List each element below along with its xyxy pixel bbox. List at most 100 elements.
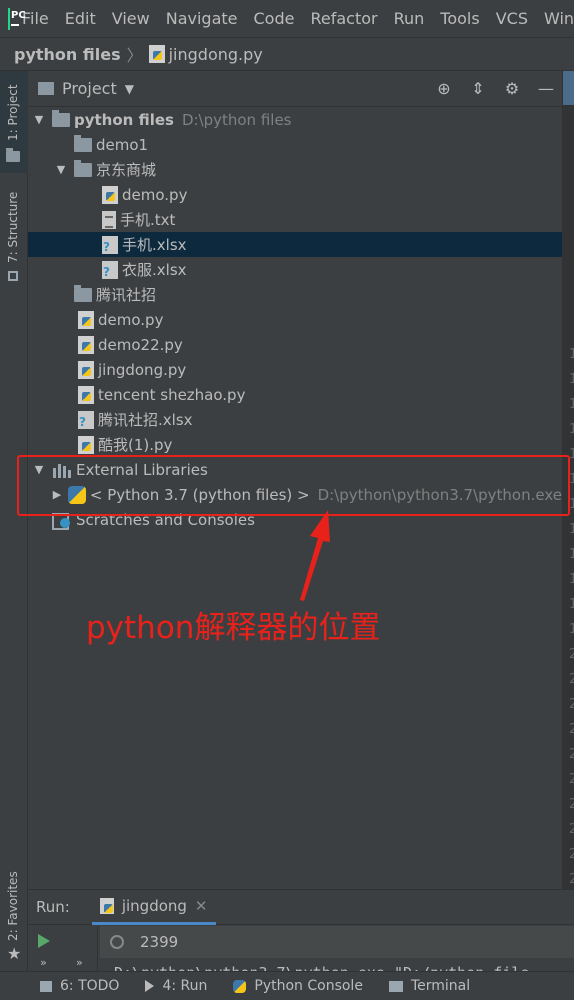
unknown-file-icon <box>102 260 118 279</box>
tree-label: demo.py <box>98 310 164 329</box>
terminal-icon <box>388 980 403 992</box>
tree-row-root[interactable]: ▼ python files D:\python files <box>28 107 562 132</box>
tree-row-demo-py-root[interactable]: demo.py <box>28 307 562 332</box>
tab-project[interactable]: 1: Project <box>0 71 28 173</box>
tree-row-phone-xlsx[interactable]: 手机.xlsx <box>28 232 562 257</box>
collapse-all-icon[interactable]: ⇕ <box>468 79 488 99</box>
text-file-icon <box>102 210 116 229</box>
tool-terminal[interactable]: Terminal <box>388 978 470 994</box>
line-number: 1 <box>569 622 574 637</box>
line-number: 2 <box>569 872 574 887</box>
hide-panel-icon[interactable]: — <box>536 79 556 99</box>
breadcrumb: python files 〉 jingdong.py <box>0 37 574 71</box>
tree-row-tencent-xlsx[interactable]: 腾讯社招.xlsx <box>28 407 562 432</box>
python-file-icon <box>78 310 94 329</box>
run-tab-jingdong[interactable]: jingdong ✕ <box>91 890 216 925</box>
unknown-file-icon <box>78 410 94 429</box>
line-number: 1 <box>569 372 574 387</box>
tree-label: jingdong.py <box>98 360 187 379</box>
folder-icon <box>52 109 70 127</box>
search-value[interactable]: 2399 <box>140 933 178 951</box>
menu-vcs[interactable]: VCS <box>496 9 528 28</box>
tree-row-kuwo-py[interactable]: 酷我(1).py <box>28 432 562 457</box>
run-toolbar: » » <box>28 926 98 972</box>
close-icon[interactable]: ✕ <box>195 897 208 915</box>
menu-navigate[interactable]: Navigate <box>166 9 238 28</box>
tab-structure[interactable]: 7: Structure <box>0 177 28 287</box>
tab-project-label: 1: Project <box>6 84 20 141</box>
menu-tools[interactable]: Tools <box>440 9 479 28</box>
project-view-title[interactable]: Project <box>62 79 117 98</box>
line-number: 1 <box>569 597 574 612</box>
tool-python-console-label: Python Console <box>254 978 363 994</box>
tab-structure-label: 7: Structure <box>6 191 20 263</box>
expand-arrow-icon[interactable]: ▼ <box>32 113 46 126</box>
tree-row-tencent-py[interactable]: tencent shezhao.py <box>28 382 562 407</box>
more-icon[interactable]: » <box>40 956 47 969</box>
tree-row-tencent-jobs[interactable]: 腾讯社招 <box>28 282 562 307</box>
line-number: 1 <box>569 547 574 562</box>
tree-path-hint: D:\python files <box>181 110 292 129</box>
tool-todo[interactable]: 6: TODO <box>40 978 119 994</box>
menu-view[interactable]: View <box>112 9 150 28</box>
folder-icon <box>74 284 92 302</box>
locate-icon[interactable]: ⊕ <box>434 79 454 99</box>
tree-row-phone-txt[interactable]: 手机.txt <box>28 207 562 232</box>
tree-row-demo1[interactable]: demo1 <box>28 132 562 157</box>
chevron-right-icon: 〉 <box>126 46 143 65</box>
star-icon: ★ <box>7 944 22 963</box>
more-icon[interactable]: » <box>76 956 83 969</box>
tree-row-jingdong-mall[interactable]: ▼ 京东商城 <box>28 157 562 182</box>
menu-run[interactable]: Run <box>394 9 425 28</box>
tool-run[interactable]: 4: Run <box>145 978 207 994</box>
line-number: 1 <box>569 397 574 412</box>
todo-icon <box>40 980 52 992</box>
python-file-icon <box>78 435 94 454</box>
folder-icon <box>74 134 92 152</box>
menu-bar: PC File Edit View Navigate Code Refactor… <box>0 0 574 37</box>
menu-window[interactable]: Wind <box>544 9 574 28</box>
tool-python-console[interactable]: Python Console <box>233 978 363 994</box>
tool-run-label: 4: Run <box>162 978 208 994</box>
editor-tab-strip <box>563 71 574 105</box>
line-number: 2 <box>569 797 574 812</box>
annotation-arrow-icon <box>300 510 330 601</box>
bottom-tool-bar: 6: TODO 4: Run Python Console Terminal <box>0 971 574 1000</box>
line-number: 2 <box>569 672 574 687</box>
menu-edit[interactable]: Edit <box>65 9 96 28</box>
menu-file[interactable]: File <box>22 9 49 28</box>
console-search[interactable]: 2399 <box>100 926 574 958</box>
python-file-icon <box>148 45 165 63</box>
menu-code[interactable]: Code <box>254 9 295 28</box>
line-number: 2 <box>569 647 574 662</box>
tree-row-clothes-xlsx[interactable]: 衣服.xlsx <box>28 257 562 282</box>
tree-row-jingdong-py[interactable]: jingdong.py <box>28 357 562 382</box>
line-number: 1 <box>569 522 574 537</box>
breadcrumb-project[interactable]: python files <box>14 45 121 64</box>
tree-label: demo22.py <box>98 335 183 354</box>
python-file-icon <box>78 335 94 354</box>
tool-todo-label: 6: TODO <box>60 978 120 994</box>
gear-icon[interactable]: ⚙ <box>502 79 522 99</box>
line-number: 2 <box>569 697 574 712</box>
line-number: 1 <box>569 422 574 437</box>
tree-label: 京东商城 <box>96 161 157 179</box>
chevron-down-icon[interactable]: ▼ <box>125 82 134 96</box>
tree-row-demo22-py[interactable]: demo22.py <box>28 332 562 357</box>
menu-refactor[interactable]: Refactor <box>310 9 377 28</box>
panel-actions: ⊕ ⇕ ⚙ — <box>434 79 556 99</box>
structure-icon <box>8 271 18 281</box>
tree-label: python files <box>74 110 174 129</box>
tree-label: 衣服.xlsx <box>122 261 187 279</box>
line-number: 1 <box>569 572 574 587</box>
project-panel-header: Project ▼ ⊕ ⇕ ⚙ — <box>28 71 562 107</box>
expand-arrow-icon[interactable]: ▼ <box>54 163 68 176</box>
tab-favorites-label: 2: Favorites <box>6 871 20 941</box>
python-console-icon <box>233 979 247 993</box>
line-number: 2 <box>569 772 574 787</box>
tree-label: demo.py <box>122 185 188 204</box>
play-icon[interactable] <box>38 934 50 948</box>
tab-favorites[interactable]: 2: Favorites <box>0 867 28 953</box>
tree-row-demo-py[interactable]: demo.py <box>28 182 562 207</box>
breadcrumb-file[interactable]: jingdong.py <box>169 45 263 64</box>
